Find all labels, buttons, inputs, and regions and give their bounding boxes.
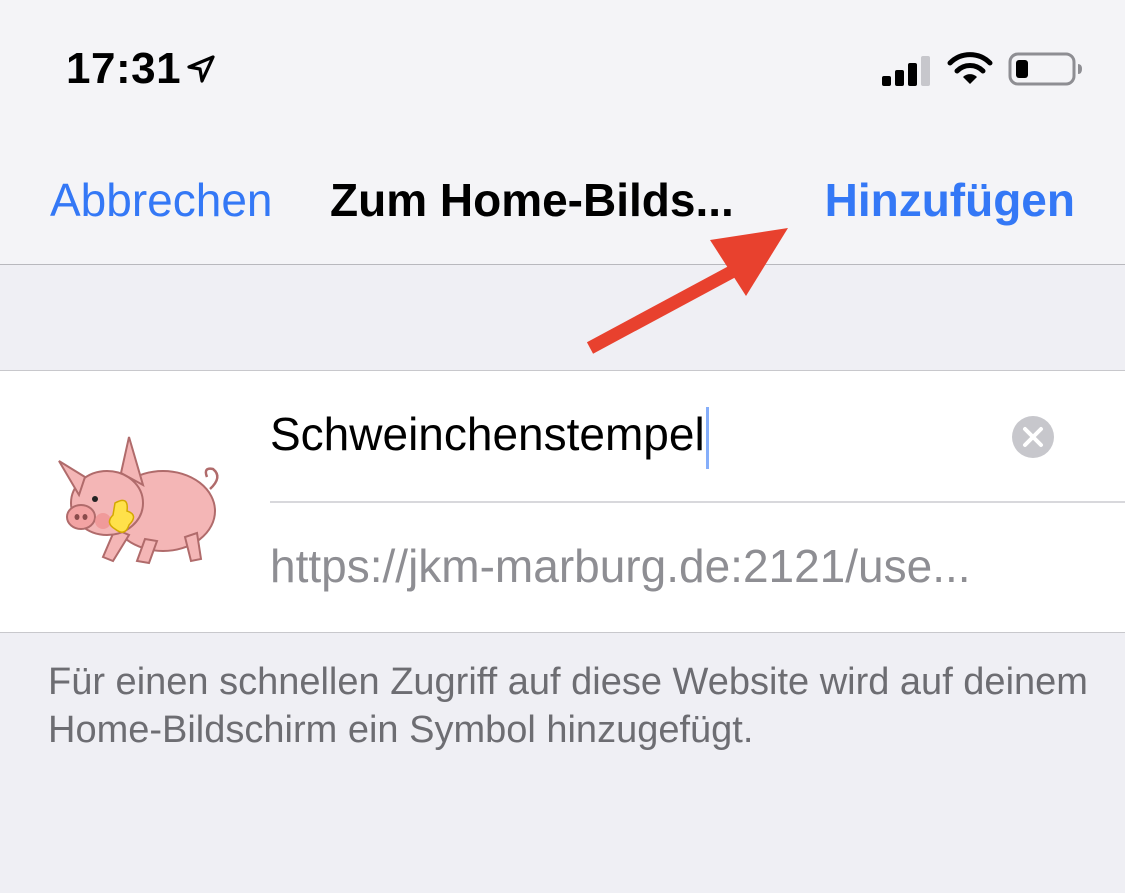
cancel-button[interactable]: Abbrechen <box>50 173 273 227</box>
battery-icon <box>1008 52 1082 86</box>
pig-app-icon <box>45 411 225 591</box>
name-input[interactable]: Schweinchenstempel <box>270 399 990 469</box>
add-button[interactable]: Hinzufügen <box>825 173 1075 227</box>
cellular-signal-icon <box>882 56 930 86</box>
add-to-homescreen-screen: 17:31 Abbrechen Zum Home-Bilds... Hinzuf… <box>0 0 1125 893</box>
footer-description: Für einen schnellen Zugriff auf diese We… <box>48 661 1088 751</box>
field-divider <box>270 501 1125 503</box>
navigation-bar: Abbrechen Zum Home-Bilds... Hinzufügen <box>0 130 1125 265</box>
annotation-arrow-icon <box>586 228 788 354</box>
url-field: https://jkm-marburg.de:2121/use... <box>270 540 971 592</box>
status-time: 17:31 <box>66 44 182 93</box>
name-input-value: Schweinchenstempel <box>270 408 705 460</box>
wifi-icon <box>947 52 993 84</box>
pig-icon <box>45 411 225 591</box>
text-cursor <box>705 406 709 469</box>
status-bar: 17:31 <box>0 0 1125 130</box>
location-arrow-icon <box>187 55 215 83</box>
clear-text-icon[interactable] <box>1011 415 1055 459</box>
bookmark-form: Schweinchenstempel https://jkm-marburg.d… <box>0 370 1125 633</box>
